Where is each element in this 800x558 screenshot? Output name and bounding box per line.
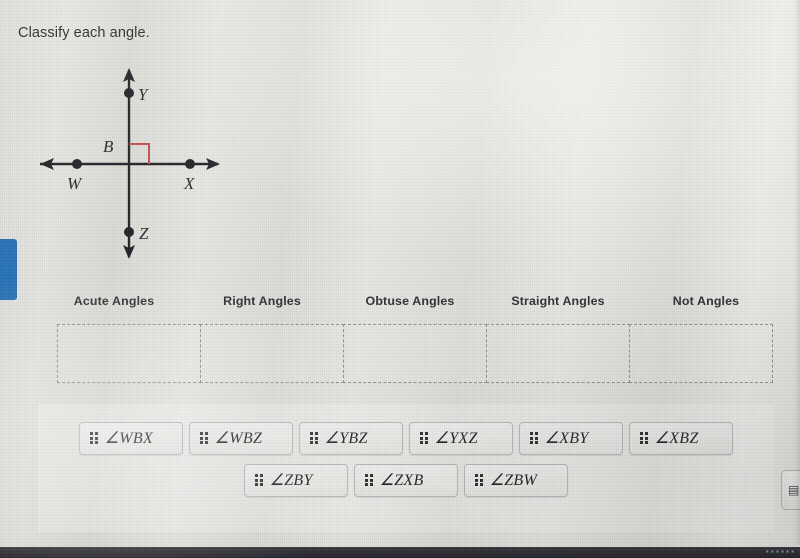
drag-handle-icon[interactable] bbox=[255, 473, 263, 487]
point-x bbox=[185, 159, 195, 169]
tile-label: ∠YXZ bbox=[434, 430, 478, 447]
drop-zone-acute-angles[interactable] bbox=[57, 324, 202, 383]
bottom-bar: ▪ ▪ ▪ ▪ ▪ ▪ bbox=[0, 547, 800, 558]
drag-handle-icon[interactable] bbox=[365, 473, 373, 487]
category-header-obtuse: Obtuse Angles bbox=[365, 294, 455, 308]
page-edge bbox=[794, 0, 800, 545]
drag-handle-icon[interactable] bbox=[475, 473, 483, 487]
tile-row-2: ∠ZBY ∠ZXB ∠ZBW bbox=[38, 464, 774, 497]
tile-ybz[interactable]: ∠YBZ bbox=[299, 422, 403, 455]
tile-label: ∠WBX bbox=[104, 430, 154, 447]
category-header-right: Right Angles bbox=[223, 294, 301, 308]
category-header-straight: Straight Angles bbox=[511, 294, 605, 308]
label-z: Z bbox=[139, 224, 149, 243]
tile-label: ∠ZBW bbox=[489, 472, 538, 489]
category-header-not: Not Angles bbox=[672, 294, 740, 308]
right-angle-marker bbox=[129, 143, 150, 164]
tile-wbz[interactable]: ∠WBZ bbox=[189, 422, 293, 455]
tile-row-1: ∠WBX ∠WBZ ∠YBZ ∠YXZ ∠XBY ∠XBZ bbox=[38, 422, 774, 455]
category-headers: Acute Angles Right Angles Obtuse Angles … bbox=[40, 294, 780, 314]
tile-yxz[interactable]: ∠YXZ bbox=[409, 422, 513, 455]
label-x: X bbox=[183, 174, 195, 193]
tile-wbx[interactable]: ∠WBX bbox=[79, 422, 183, 455]
tile-xby[interactable]: ∠XBY bbox=[519, 422, 623, 455]
point-w bbox=[72, 159, 82, 169]
drag-handle-icon[interactable] bbox=[530, 431, 538, 445]
page-title: Classify each angle. bbox=[18, 25, 150, 41]
point-z bbox=[124, 227, 134, 237]
drop-zone-obtuse-angles[interactable] bbox=[342, 324, 488, 383]
tile-label: ∠ZBY bbox=[269, 472, 313, 489]
drag-handle-icon[interactable] bbox=[420, 431, 428, 445]
drag-handle-icon[interactable] bbox=[310, 431, 318, 445]
tile-label: ∠ZXB bbox=[379, 472, 424, 489]
label-y: Y bbox=[138, 85, 149, 104]
tile-zxb[interactable]: ∠ZXB bbox=[354, 464, 458, 497]
photographed-screen: Classify each angle. Y B W X Z Acute Ang… bbox=[0, 0, 800, 558]
tile-label: ∠XBZ bbox=[654, 430, 699, 447]
tile-bank: ∠WBX ∠WBZ ∠YBZ ∠YXZ ∠XBY ∠XBZ ∠ZBY ∠ZXB … bbox=[38, 404, 774, 497]
label-w: W bbox=[67, 174, 83, 193]
drag-handle-icon[interactable] bbox=[640, 431, 648, 445]
angle-diagram-svg: Y B W X Z bbox=[40, 68, 220, 259]
tile-label: ∠WBZ bbox=[214, 430, 263, 447]
tile-zbw[interactable]: ∠ZBW bbox=[464, 464, 568, 497]
drag-handle-icon[interactable] bbox=[90, 431, 98, 445]
tile-xbz[interactable]: ∠XBZ bbox=[629, 422, 733, 455]
label-b: B bbox=[103, 137, 114, 156]
drag-handle-icon[interactable] bbox=[200, 431, 208, 445]
category-header-acute: Acute Angles bbox=[73, 294, 155, 308]
drop-zone-straight-angles[interactable] bbox=[485, 324, 631, 383]
point-y bbox=[124, 88, 134, 98]
tile-zby[interactable]: ∠ZBY bbox=[244, 464, 348, 497]
drop-zone-right-angles[interactable] bbox=[199, 324, 345, 383]
tile-label: ∠YBZ bbox=[324, 430, 368, 447]
tile-label: ∠XBY bbox=[544, 430, 589, 447]
angle-diagram: Y B W X Z bbox=[18, 52, 248, 262]
bottom-bar-text: ▪ ▪ ▪ ▪ ▪ ▪ bbox=[765, 547, 794, 556]
drop-zone-row bbox=[57, 324, 773, 383]
drop-zone-not-angles[interactable] bbox=[628, 324, 773, 383]
side-tab[interactable] bbox=[0, 239, 17, 300]
